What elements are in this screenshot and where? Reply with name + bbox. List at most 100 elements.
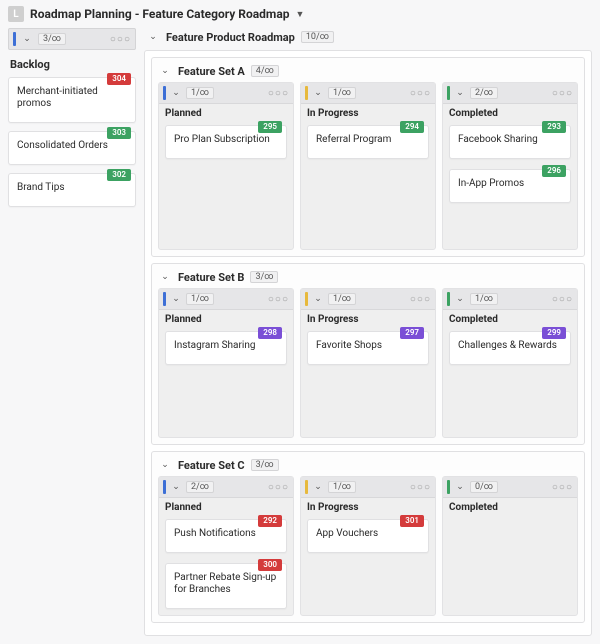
lane-card[interactable]: 297Favorite Shops <box>307 331 429 365</box>
lane-count: 2/∞ <box>470 87 498 99</box>
lane-card[interactable]: 295Pro Plan Subscription <box>165 125 287 159</box>
accent-bar <box>305 86 308 100</box>
lane-card[interactable]: 301App Vouchers <box>307 519 429 553</box>
lane-header[interactable]: ⌄2/∞ ○○○ <box>159 477 293 498</box>
lane-header[interactable]: ⌄1/∞○○○ <box>443 289 577 310</box>
lane-inprogress: ⌄1/∞○○○In Progress 294Referral Program <box>300 82 436 250</box>
card-label: In-App Promos <box>458 178 562 190</box>
lane-body: 297Favorite Shops <box>301 327 435 437</box>
feature-set-header[interactable]: ⌄Feature Set A4/∞ <box>158 64 578 82</box>
feature-set-count: 4/∞ <box>251 65 279 77</box>
lane-header[interactable]: ⌄2/∞ ○○○ <box>443 83 577 104</box>
roadmap-title: Feature Product Roadmap <box>166 31 295 44</box>
card-label: Brand Tips <box>17 182 127 194</box>
more-icon[interactable]: ○○○ <box>552 88 573 99</box>
lane-header[interactable]: ⌄1/∞○○○ <box>159 289 293 310</box>
feature-set-title: Feature Set C <box>178 459 245 472</box>
more-icon[interactable]: ○○○ <box>552 294 573 305</box>
lane-body: 294Referral Program <box>301 121 435 249</box>
lane-title: In Progress <box>301 498 435 515</box>
lane-body: 293Facebook Sharing 296In-App Promos <box>443 121 577 249</box>
backlog-header[interactable]: ⌄ 3/∞ ○○○ <box>8 28 136 50</box>
lane-card[interactable]: 298Instagram Sharing <box>165 331 287 365</box>
more-icon[interactable]: ○○○ <box>110 34 131 45</box>
chevron-down-icon[interactable]: ⌄ <box>453 86 467 100</box>
more-icon[interactable]: ○○○ <box>552 482 573 493</box>
card-badge: 296 <box>542 165 566 177</box>
lane-title: Completed <box>443 498 577 515</box>
accent-bar <box>163 292 166 306</box>
lane-card[interactable]: 292Push Notifications <box>165 519 287 553</box>
more-icon[interactable]: ○○○ <box>268 88 289 99</box>
lane-card[interactable]: 299Challenges & Rewards <box>449 331 571 365</box>
more-icon[interactable]: ○○○ <box>268 294 289 305</box>
lane-card[interactable]: 300Partner Rebate Sign-up for Branches <box>165 563 287 609</box>
feature-set: ⌄Feature Set A4/∞⌄1/∞○○○Planned295Pro Pl… <box>151 57 585 257</box>
feature-set-count: 3/∞ <box>250 271 278 283</box>
chevron-down-icon[interactable]: ⌄ <box>311 292 325 306</box>
roadmap-panel: ⌄Feature Set A4/∞⌄1/∞○○○Planned295Pro Pl… <box>144 50 592 636</box>
accent-bar <box>305 292 308 306</box>
card-label: App Vouchers <box>316 528 420 540</box>
chevron-down-icon[interactable]: ⌄ <box>158 270 172 284</box>
card-label: Facebook Sharing <box>458 134 562 146</box>
backlog-card[interactable]: 303Consolidated Orders <box>8 131 136 165</box>
lane-planned: ⌄2/∞○○○Planned292Push Notifications300Pa… <box>158 476 294 616</box>
backlog-card[interactable]: 302Brand Tips <box>8 173 136 207</box>
lane-card[interactable]: 294Referral Program <box>307 125 429 159</box>
card-label: Consolidated Orders <box>17 140 127 152</box>
lane-header[interactable]: ⌄1/∞○○○ <box>159 83 293 104</box>
card-label: Referral Program <box>316 134 420 146</box>
lane-card[interactable]: 296In-App Promos <box>449 169 571 203</box>
lane-completed: ⌄2/∞ ○○○ Completed 293Facebook Sharing 296In… <box>442 82 578 250</box>
chevron-down-icon[interactable]: ⌄ <box>311 480 325 494</box>
card-label: Favorite Shops <box>316 340 420 352</box>
lane-header[interactable]: ⌄0/∞○○○ <box>443 477 577 498</box>
feature-set-header[interactable]: ⌄Feature Set C3/∞ <box>158 458 578 476</box>
accent-bar <box>13 32 16 46</box>
card-badge: 295 <box>258 121 282 133</box>
more-icon[interactable]: ○○○ <box>410 482 431 493</box>
lane-header[interactable]: ⌄1/∞ ○○○ <box>301 289 435 310</box>
chevron-down-icon[interactable]: ⌄ <box>158 458 172 472</box>
title-dropdown-icon[interactable]: ▼ <box>296 9 305 20</box>
more-icon[interactable]: ○○○ <box>268 482 289 493</box>
card-badge: 301 <box>400 515 424 527</box>
lane-body: 292Push Notifications 300Partner Rebate S… <box>159 515 293 615</box>
chevron-down-icon[interactable]: ⌄ <box>453 292 467 306</box>
card-badge: 302 <box>107 169 131 181</box>
feature-set-header[interactable]: ⌄ Feature Set B 3/∞ <box>158 270 578 288</box>
lane-card[interactable]: 293Facebook Sharing <box>449 125 571 159</box>
chevron-down-icon[interactable]: ⌄ <box>311 86 325 100</box>
card-label: Partner Rebate Sign-up for Branches <box>174 572 278 596</box>
top-bar: L Roadmap Planning - Feature Category Ro… <box>0 0 600 26</box>
accent-bar <box>163 86 166 100</box>
lane-count: 1/∞ <box>328 293 356 305</box>
chevron-down-icon[interactable]: ⌄ <box>453 480 467 494</box>
lane-title: Completed <box>443 310 577 327</box>
accent-bar <box>447 86 450 100</box>
backlog-card[interactable]: 304Merchant-initiated promos <box>8 77 136 123</box>
card-badge: 292 <box>258 515 282 527</box>
roadmap-header[interactable]: ⌄ Feature Product Roadmap 10/∞ <box>144 28 592 50</box>
card-label: Push Notifications <box>174 528 278 540</box>
chevron-down-icon[interactable]: ⌄ <box>169 480 183 494</box>
lane-header[interactable]: ⌄1/∞○○○ <box>301 83 435 104</box>
chevron-down-icon[interactable]: ⌄ <box>169 292 183 306</box>
chevron-down-icon[interactable]: ⌄ <box>146 30 160 44</box>
card-badge: 299 <box>542 327 566 339</box>
lane-title: In Progress <box>301 104 435 121</box>
card-label: Instagram Sharing <box>174 340 278 352</box>
chevron-down-icon[interactable]: ⌄ <box>20 32 34 46</box>
feature-set-title: Feature Set B <box>178 271 244 284</box>
more-icon[interactable]: ○○○ <box>410 294 431 305</box>
more-icon[interactable]: ○○○ <box>410 88 431 99</box>
chevron-down-icon[interactable]: ⌄ <box>158 64 172 78</box>
lane-body: 295Pro Plan Subscription <box>159 121 293 249</box>
accent-bar <box>163 480 166 494</box>
lane-title: Completed <box>443 104 577 121</box>
chevron-down-icon[interactable]: ⌄ <box>169 86 183 100</box>
lane-count: 2/∞ <box>186 481 214 493</box>
card-label: Challenges & Rewards <box>458 340 562 352</box>
lane-header[interactable]: ⌄1/∞○○○ <box>301 477 435 498</box>
